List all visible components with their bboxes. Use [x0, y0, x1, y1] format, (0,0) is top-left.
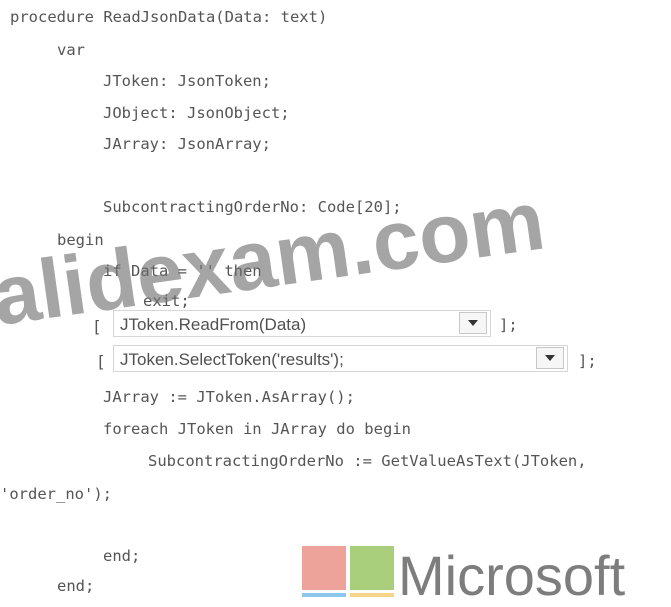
code-line-jarray-decl: JArray: JsonArray;: [103, 135, 271, 153]
dropdown-2-close: ];: [578, 352, 597, 370]
code-line-jtoken-decl: JToken: JsonToken;: [103, 72, 271, 90]
chevron-down-icon: [468, 320, 478, 326]
dropdown-selecttoken-value: JToken.SelectToken('results');: [120, 350, 344, 369]
dropdown-readfrom-toggle[interactable]: [459, 312, 487, 334]
code-line-end-outer: end;: [57, 577, 95, 595]
chevron-down-icon: [545, 355, 555, 361]
dropdown-selecttoken-toggle[interactable]: [536, 347, 564, 369]
dropdown-1-close: ];: [499, 316, 518, 334]
code-line-foreach: foreach JToken in JArray do begin: [103, 420, 411, 438]
code-line-asarray: JArray := JToken.AsArray();: [103, 388, 355, 406]
code-line-var: var: [57, 41, 85, 59]
code-line-end-inner: end;: [103, 547, 141, 565]
microsoft-logo-icon: [302, 546, 394, 597]
dropdown-2-open-bracket: [: [96, 352, 106, 371]
code-line-jobject-decl: JObject: JsonObject;: [103, 104, 290, 122]
dropdown-selecttoken[interactable]: JToken.SelectToken('results');: [113, 345, 568, 372]
code-line-procedure: procedure ReadJsonData(Data: text): [10, 8, 328, 26]
code-line-order-no: 'order_no');: [0, 485, 112, 503]
microsoft-wordmark: Microsoft: [398, 544, 626, 607]
logo-square-green: [350, 546, 394, 590]
code-line-getvalue: SubcontractingOrderNo := GetValueAsText(…: [148, 452, 587, 470]
logo-square-red: [302, 546, 346, 590]
